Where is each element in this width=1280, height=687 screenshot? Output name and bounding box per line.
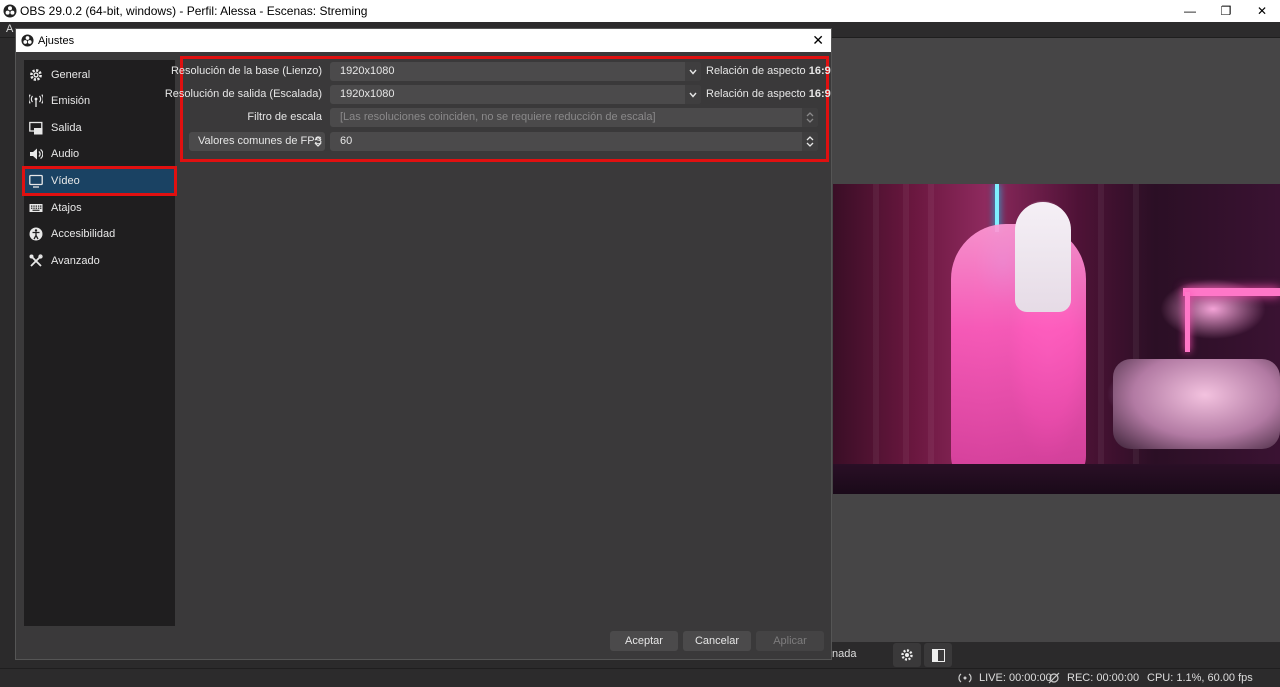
menu-item-partial[interactable]: A — [6, 23, 13, 35]
maximize-button[interactable]: ❐ — [1208, 0, 1244, 22]
output-aspect-ratio: Relación de aspecto 16:9 — [706, 88, 831, 100]
rec-timer: REC: 00:00:00 — [1067, 672, 1140, 684]
obs-logo-icon — [21, 34, 34, 47]
base-aspect-ratio: Relación de aspecto 16:9 — [706, 65, 831, 77]
spinner-arrows-icon[interactable] — [802, 132, 818, 151]
sidebar-item-label: Atajos — [51, 202, 82, 214]
base-resolution-row: Resolución de la base (Lienzo) 1920x1080… — [171, 62, 831, 81]
dialog-title: Ajustes — [38, 34, 75, 47]
sidebar-item-audio[interactable]: Audio — [24, 141, 175, 167]
settings-sidebar: General Emisión Salida Audio Vídeo Atajo… — [22, 60, 177, 626]
spinner-arrows-icon — [311, 132, 325, 151]
output-resolution-label: Resolución de salida (Escalada) — [164, 88, 322, 100]
output-resolution-value: 1920x1080 — [340, 88, 395, 100]
studio-mode-button[interactable] — [924, 643, 952, 667]
main-window-bottom-left — [0, 660, 832, 668]
fps-value: 60 — [340, 135, 353, 147]
output-icon — [29, 121, 43, 135]
close-button[interactable]: ✕ — [1244, 0, 1280, 22]
gear-icon — [901, 649, 913, 661]
dialog-close-button[interactable]: ✕ — [812, 32, 824, 49]
fps-mode-value: Valores comunes de FPS — [198, 135, 322, 147]
sidebar-item-accesibilidad[interactable]: Accesibilidad — [24, 221, 175, 247]
base-resolution-value: 1920x1080 — [340, 65, 395, 77]
cpu-usage: CPU: 1.1%, 60.00 fps — [1147, 672, 1253, 684]
video-settings-group: Resolución de la base (Lienzo) 1920x1080… — [165, 56, 831, 162]
sidebar-item-atajos[interactable]: Atajos — [24, 195, 175, 221]
settings-dialog: Ajustes ✕ General Emisión Salida Audio V… — [15, 28, 832, 660]
sidebar-item-label: Avanzado — [51, 255, 100, 267]
fps-value-combo[interactable]: 60 — [330, 132, 818, 151]
sidebar-item-avanzado[interactable]: Avanzado — [24, 248, 175, 274]
tools-icon — [29, 254, 43, 268]
chevron-down-icon[interactable] — [685, 62, 701, 81]
broadcast-icon — [29, 94, 43, 108]
speaker-icon — [29, 147, 43, 161]
main-controls-strip: nada — [832, 642, 1280, 668]
fps-row: Valores comunes de FPS 60 — [183, 132, 826, 151]
fps-mode-select[interactable]: Valores comunes de FPS — [189, 132, 325, 151]
preview-video-frame — [833, 184, 1280, 494]
sidebar-item-label: Emisión — [51, 95, 91, 107]
main-window-title: OBS 29.0.2 (64-bit, windows) - Perfil: A… — [20, 4, 368, 18]
accessibility-icon — [29, 227, 43, 241]
gear-icon — [29, 68, 43, 82]
broadcast-status-icon — [958, 673, 972, 683]
scale-filter-value: [Las resoluciones coinciden, no se requi… — [340, 111, 656, 123]
record-status-icon — [1048, 672, 1060, 684]
sidebar-item-label: Salida — [51, 122, 82, 134]
accept-button[interactable]: Aceptar — [610, 631, 678, 651]
sidebar-item-video[interactable]: Vídeo — [22, 166, 177, 196]
transition-settings-button[interactable] — [893, 643, 921, 667]
obs-logo-icon — [3, 4, 17, 18]
spinner-arrows-icon[interactable] — [802, 108, 818, 127]
sidebar-item-label: Audio — [51, 148, 80, 160]
sidebar-item-emision[interactable]: Emisión — [24, 88, 175, 114]
monitor-icon — [29, 174, 43, 188]
base-resolution-label: Resolución de la base (Lienzo) — [170, 65, 322, 77]
minimize-button[interactable]: — — [1172, 0, 1208, 22]
sidebar-item-general[interactable]: General — [24, 62, 175, 88]
output-resolution-combo[interactable]: 1920x1080 — [330, 85, 701, 104]
sidebar-item-label: Accesibilidad — [51, 228, 116, 240]
dialog-title-bar: Ajustes ✕ — [16, 29, 831, 52]
sidebar-item-label: Vídeo — [51, 175, 80, 187]
chevron-down-icon[interactable] — [685, 85, 701, 104]
live-timer: LIVE: 00:00:00 — [979, 672, 1052, 684]
main-window-title-bar: OBS 29.0.2 (64-bit, windows) - Perfil: A… — [0, 0, 1280, 22]
sidebar-item-salida[interactable]: Salida — [24, 115, 175, 141]
sidebar-item-label: General — [51, 69, 91, 81]
output-resolution-row: Resolución de salida (Escalada) 1920x108… — [165, 85, 831, 104]
cancel-button[interactable]: Cancelar — [683, 631, 751, 651]
apply-button[interactable]: Aplicar — [756, 631, 824, 651]
scale-filter-combo[interactable]: [Las resoluciones coinciden, no se requi… — [330, 108, 818, 127]
keyboard-icon — [29, 201, 43, 215]
transition-label-partial: nada — [832, 648, 857, 660]
scale-filter-label: Filtro de escala — [247, 111, 322, 123]
base-resolution-combo[interactable]: 1920x1080 — [330, 62, 701, 81]
scale-filter-row: Filtro de escala [Las resoluciones coinc… — [183, 108, 826, 127]
status-bar: LIVE: 00:00:00 REC: 00:00:00 CPU: 1.1%, … — [0, 668, 1280, 687]
layout-icon — [931, 648, 945, 662]
